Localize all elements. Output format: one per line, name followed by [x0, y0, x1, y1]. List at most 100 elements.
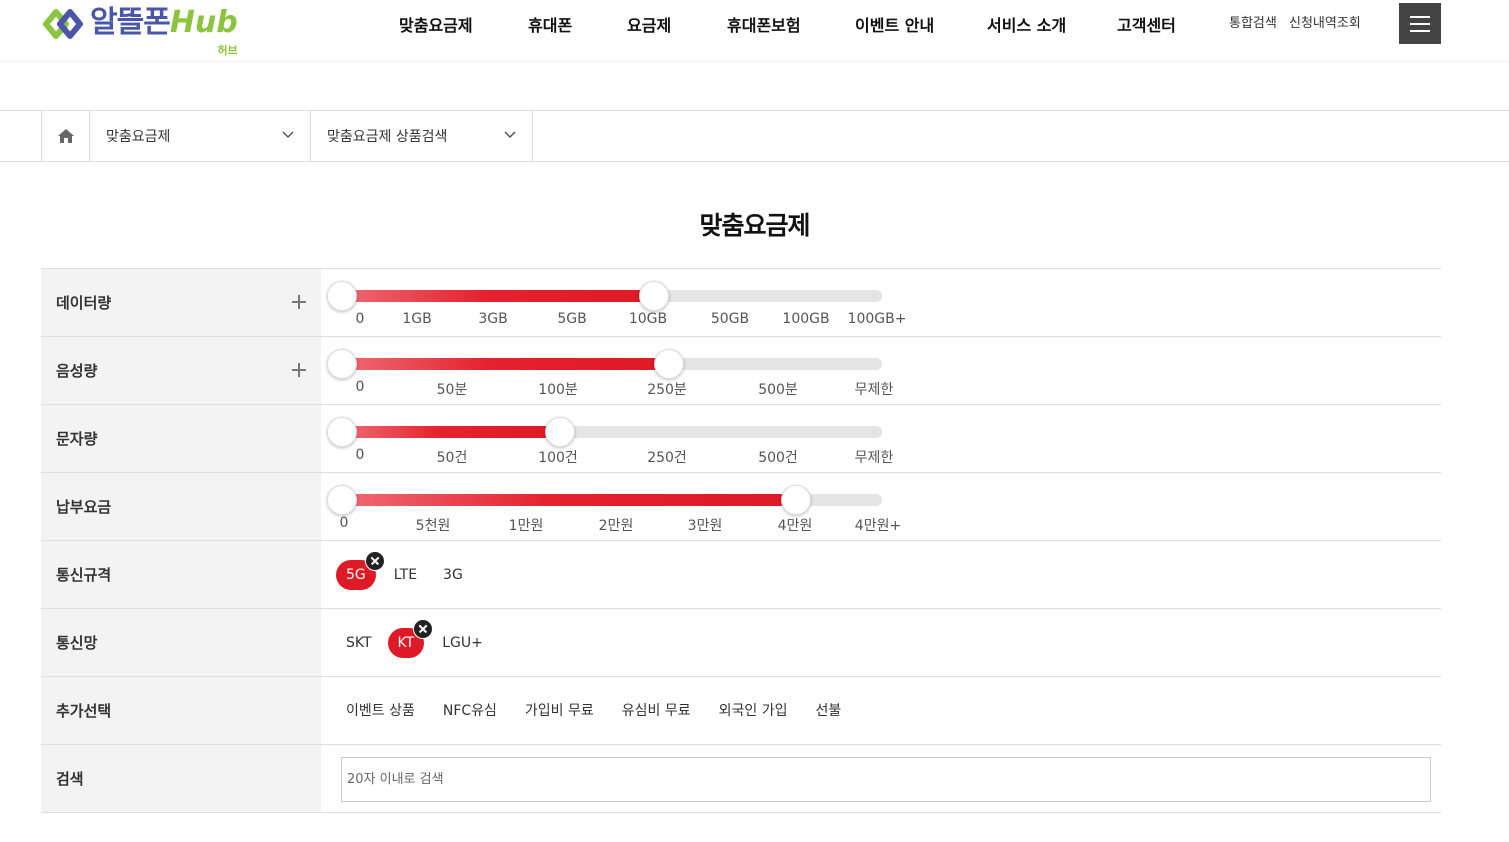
logo-sub: 허브 [217, 44, 238, 57]
fee-range-slider[interactable]: 0 5천원 1만원 2만원 3만원 4만원 4만원+ [327, 473, 901, 534]
breadcrumb-level2-label: 맞춤요금제 상품검색 [327, 129, 448, 145]
slider-tick: 250건 [647, 450, 687, 466]
chip-prepaid[interactable]: 선불 [806, 696, 852, 726]
util-total-search[interactable]: 통합검색 [1229, 12, 1277, 31]
filter-label-standard-text: 통신규격 [56, 566, 112, 584]
slider-handle-max[interactable] [639, 281, 669, 311]
slider-fill [342, 290, 654, 302]
slider-handle-max[interactable] [545, 417, 575, 447]
filter-row-sms: 문자량 0 50건 100건 250건 500건 무제한 [41, 405, 1441, 473]
chip-3g[interactable]: 3G [433, 560, 473, 590]
slider-tick: 무제한 [854, 450, 894, 466]
slider-tick: 0 [355, 311, 365, 327]
filter-label-voice-text: 음성량 [56, 362, 98, 380]
hamburger-menu-button[interactable] [1399, 3, 1441, 44]
util-application-history[interactable]: 신청내역조회 [1289, 12, 1361, 31]
page-title: 맞춤요금제 [699, 211, 810, 240]
slider-tick: 무제한 [854, 382, 894, 398]
search-input[interactable] [341, 757, 1431, 802]
breadcrumb-level1-label: 맞춤요금제 [106, 129, 171, 145]
nav-service-intro[interactable]: 서비스 소개 [987, 12, 1066, 36]
remove-x-icon[interactable] [364, 550, 385, 571]
filter-row-voice: 음성량 0 50분 100분 250분 500분 무제한 [41, 337, 1441, 405]
expand-plus-icon[interactable] [292, 362, 306, 377]
slider-tick: 50GB [710, 311, 750, 327]
voice-range-slider[interactable]: 0 50분 100분 250분 500분 무제한 [327, 337, 893, 398]
chip-free-signup[interactable]: 가입비 무료 [515, 696, 604, 726]
site-logo[interactable]: 알뜰폰 Hub 허브 [40, 4, 238, 57]
hamburger-line [1410, 22, 1430, 25]
chip-nfc-usim[interactable]: NFC유심 [433, 696, 507, 726]
slider-handle-min[interactable] [327, 485, 357, 515]
filter-row-fee: 납부요금 0 5천원 1만원 2만원 3만원 4만원 4만원+ [41, 473, 1441, 541]
slider-handle-min[interactable] [327, 417, 357, 447]
slider-tick: 5GB [557, 311, 587, 327]
slider-tick: 1GB [402, 311, 432, 327]
remove-x-icon[interactable] [413, 618, 434, 639]
slider-tick: 100건 [538, 450, 578, 466]
slider-tick: 4만원 [777, 518, 813, 534]
slider-tick: 100GB [782, 311, 830, 327]
expand-plus-icon[interactable] [292, 294, 306, 309]
slider-fill [342, 358, 669, 370]
slider-handle-max[interactable] [781, 485, 811, 515]
logo-text: 알뜰폰 [90, 5, 171, 40]
nav-plans[interactable]: 요금제 [627, 12, 671, 36]
slider-tick: 500건 [758, 450, 798, 466]
filter-label-standard: 통신규격 [41, 541, 321, 608]
filter-row-data: 데이터량 0 1GB 3GB 5GB 10GB 50GB 100GB 100GB… [41, 269, 1441, 337]
chip-kt-label: KT [397, 634, 415, 651]
slider-handle-max[interactable] [654, 349, 684, 379]
filter-label-voice: 음성량 [41, 337, 321, 404]
slider-tick: 0 [339, 515, 349, 531]
filter-row-extra: 추가선택 이벤트 상품 NFC유심 가입비 무료 유심비 무료 외국인 가입 선… [41, 677, 1441, 745]
slider-tick: 0 [355, 379, 365, 395]
slider-tick: 3GB [478, 311, 508, 327]
filter-label-search-text: 검색 [56, 770, 84, 788]
chip-kt[interactable]: KT [387, 618, 434, 658]
sms-range-slider[interactable]: 0 50건 100건 250건 500건 무제한 [327, 405, 893, 466]
breadcrumb-level1[interactable]: 맞춤요금제 [90, 111, 311, 161]
nav-phone-insurance[interactable]: 휴대폰보험 [727, 12, 801, 36]
slider-tick: 50건 [436, 450, 468, 466]
filter-row-standard: 통신규격 5G LTE 3G [41, 541, 1441, 609]
chip-lgu[interactable]: LGU+ [432, 628, 493, 658]
hamburger-line [1410, 15, 1430, 18]
data-range-slider[interactable]: 0 1GB 3GB 5GB 10GB 50GB 100GB 100GB+ [327, 269, 906, 327]
slider-handle-min[interactable] [327, 349, 357, 379]
slider-handle-min[interactable] [327, 281, 357, 311]
filter-label-network: 통신망 [41, 609, 321, 676]
nav-custom-plan[interactable]: 맞춤요금제 [399, 12, 473, 36]
slider-tick: 100GB+ [847, 311, 907, 327]
nav-customer-center[interactable]: 고객센터 [1117, 12, 1176, 36]
filter-row-network: 통신망 SKT KT LGU+ [41, 609, 1441, 677]
filter-label-data-text: 데이터량 [56, 294, 112, 312]
extra-options: 이벤트 상품 NFC유심 가입비 무료 유심비 무료 외국인 가입 선불 [336, 677, 857, 744]
chevron-down-icon [282, 131, 294, 139]
breadcrumb-level2[interactable]: 맞춤요금제 상품검색 [311, 111, 533, 161]
chip-foreigner[interactable]: 외국인 가입 [709, 696, 798, 726]
slider-tick: 5천원 [415, 518, 451, 534]
filter-table: 데이터량 0 1GB 3GB 5GB 10GB 50GB 100GB 100GB… [41, 268, 1441, 813]
filter-label-sms-text: 문자량 [56, 430, 98, 448]
slider-tick: 10GB [628, 311, 668, 327]
chip-5g[interactable]: 5G [336, 550, 385, 590]
filter-label-extra: 추가선택 [41, 677, 321, 744]
nav-phones[interactable]: 휴대폰 [528, 12, 572, 36]
chevron-down-icon [504, 131, 516, 139]
chip-5g-label: 5G [346, 566, 366, 583]
filter-label-search: 검색 [41, 745, 321, 812]
filter-row-search: 검색 [41, 745, 1441, 813]
nav-events[interactable]: 이벤트 안내 [855, 12, 934, 36]
chip-skt[interactable]: SKT [336, 628, 382, 658]
filter-label-network-text: 통신망 [56, 634, 98, 652]
chip-event-product[interactable]: 이벤트 상품 [336, 696, 425, 726]
slider-tick: 2만원 [598, 518, 634, 534]
chip-free-usim[interactable]: 유심비 무료 [612, 696, 701, 726]
slider-fill [342, 494, 796, 506]
standard-options: 5G LTE 3G [336, 541, 479, 608]
logo-hub: Hub 허브 [170, 4, 238, 57]
chip-lte[interactable]: LTE [384, 560, 427, 590]
breadcrumb-home[interactable] [41, 111, 90, 161]
slider-tick: 50분 [436, 382, 468, 398]
